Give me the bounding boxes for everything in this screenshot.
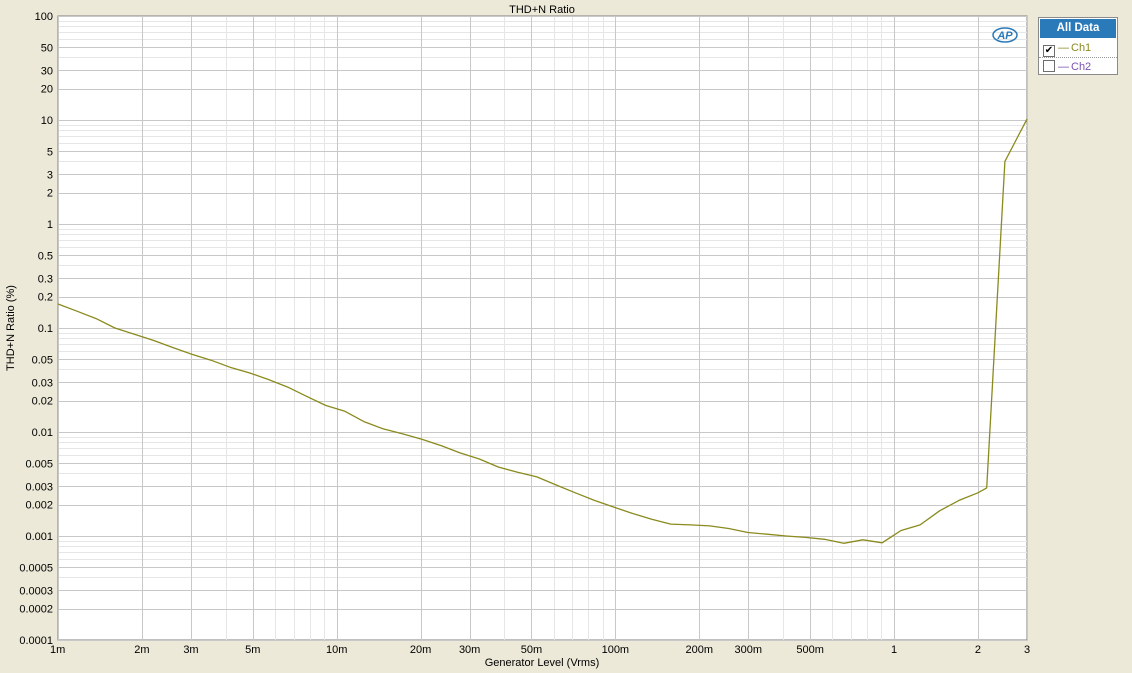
y-tick-label: 30	[41, 65, 53, 77]
y-axis-tick-labels: 100 50 30 20 10 5 3 2 1 0.5 0.3 0.2 0.1 0.05 0.03 0.02 0…	[19, 11, 53, 647]
x-tick-label: 500m	[796, 644, 824, 656]
ap-logo-text: AP	[996, 30, 1013, 42]
y-axis-label: THD+N Ratio (%)	[5, 285, 17, 371]
y-tick-label: 0.0003	[19, 585, 53, 597]
y-tick-label: 0.2	[38, 292, 53, 304]
x-tick-label: 3m	[183, 644, 198, 656]
y-tick-label: 0.002	[25, 500, 53, 512]
legend-panel: All Data ✔ — Ch1 — Ch2	[1038, 17, 1118, 75]
y-tick-label: 0.5	[38, 250, 53, 262]
ch1-label: Ch1	[1071, 42, 1092, 54]
y-tick-label: 5	[47, 146, 53, 158]
y-tick-label: 50	[41, 42, 53, 54]
y-tick-label: 20	[41, 84, 53, 96]
x-tick-label: 3	[1024, 644, 1030, 656]
x-tick-label: 1	[891, 644, 897, 656]
x-tick-label: 50m	[521, 644, 542, 656]
x-tick-label: 200m	[685, 644, 713, 656]
y-tick-label: 0.02	[32, 396, 53, 408]
y-tick-label: 0.03	[32, 377, 53, 389]
x-tick-label: 2	[975, 644, 981, 656]
y-tick-label: 0.05	[32, 354, 53, 366]
thdn-chart: THD+N Ratio 100 50 30 20 10 5 3 2 1 0.5 0.3 0.2 0.1 0…	[5, 4, 1030, 669]
x-tick-label: 1m	[50, 644, 65, 656]
y-tick-label: 3	[47, 169, 53, 181]
y-tick-label: 0.0001	[19, 635, 53, 647]
y-tick-label: 0.3	[38, 273, 53, 285]
y-tick-label: 0.003	[25, 481, 53, 493]
ch2-label: Ch2	[1071, 61, 1092, 73]
x-axis-tick-labels: 1m 2m 3m 5m 10m 20m 30m 50m 100m 200m 300m 500m 1 2 3	[50, 644, 1030, 656]
x-tick-label: 2m	[134, 644, 149, 656]
x-tick-label: 20m	[410, 644, 431, 656]
y-tick-label: 0.005	[25, 458, 53, 470]
x-tick-label: 5m	[245, 644, 260, 656]
ch1-line-swatch: —	[1058, 42, 1069, 54]
legend-item-ch1[interactable]: ✔ — Ch1	[1039, 39, 1117, 57]
y-tick-label: 0.1	[38, 323, 53, 335]
y-tick-label: 0.0002	[19, 604, 53, 616]
y-tick-label: 10	[41, 115, 53, 127]
y-tick-label: 0.01	[32, 427, 53, 439]
ch2-checkbox[interactable]	[1043, 60, 1055, 72]
y-tick-label: 0.0005	[19, 562, 53, 574]
ch2-line-swatch: —	[1058, 61, 1069, 73]
ch1-checkbox[interactable]: ✔	[1043, 45, 1055, 57]
x-tick-label: 300m	[735, 644, 763, 656]
chart-title: THD+N Ratio	[509, 4, 575, 16]
x-tick-label: 30m	[459, 644, 480, 656]
y-tick-label: 0.001	[25, 531, 53, 543]
x-tick-label: 10m	[326, 644, 347, 656]
legend-header[interactable]: All Data	[1040, 19, 1116, 38]
y-tick-label: 100	[35, 11, 53, 23]
x-axis-label: Generator Level (Vrms)	[485, 657, 600, 669]
y-tick-label: 1	[47, 219, 53, 231]
legend-item-ch2[interactable]: — Ch2	[1039, 57, 1117, 76]
y-tick-label: 2	[47, 188, 53, 200]
x-tick-label: 100m	[602, 644, 630, 656]
